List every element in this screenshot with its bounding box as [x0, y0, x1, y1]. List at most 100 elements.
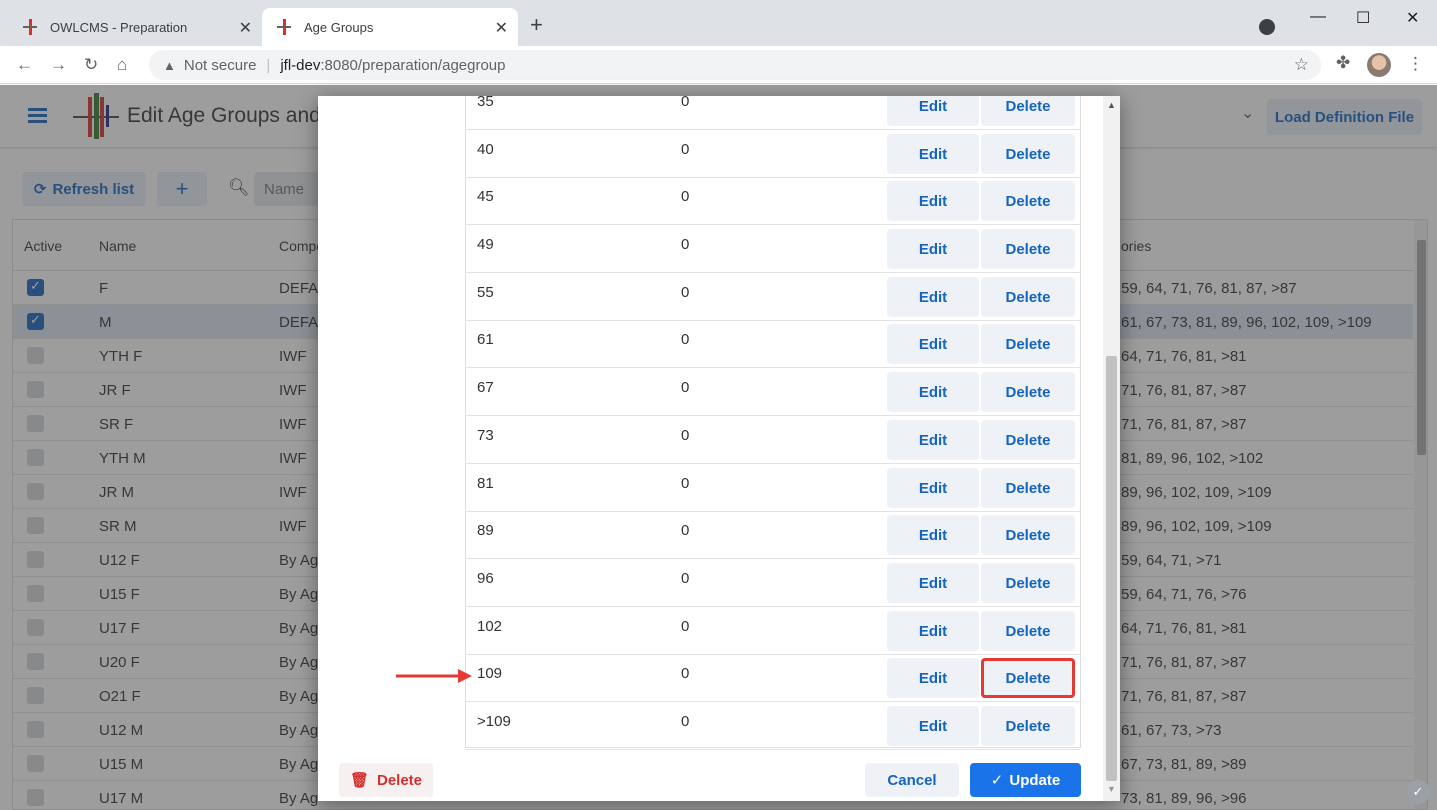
edit-category-button[interactable]: Edit — [887, 181, 979, 221]
category-row: 81 0 Edit Delete — [466, 464, 1080, 512]
url-host: jfl-dev — [280, 56, 321, 74]
delete-category-button[interactable]: Delete — [981, 134, 1075, 174]
edit-category-button[interactable]: Edit — [887, 96, 979, 126]
reload-icon[interactable]: ↻ — [84, 55, 98, 75]
category-count: 0 — [681, 570, 690, 587]
forward-icon[interactable]: → — [50, 55, 67, 75]
category-count: 0 — [681, 141, 690, 158]
delete-category-button[interactable]: Delete — [981, 324, 1075, 364]
tab-owlcms-preparation[interactable]: OWLCMS - Preparation ✕ — [8, 8, 262, 46]
trash-icon: 🗑︎ — [349, 772, 369, 789]
category-row: 61 0 Edit Delete — [466, 320, 1080, 368]
category-limit: 67 — [477, 379, 494, 396]
home-icon[interactable]: ⌂ — [117, 55, 127, 75]
tab-close-icon[interactable]: ✕ — [495, 18, 508, 38]
delete-category-button[interactable]: Delete — [981, 563, 1075, 603]
edit-category-button[interactable]: Edit — [887, 658, 979, 698]
delete-category-button[interactable]: Delete — [981, 277, 1075, 317]
category-row: 89 0 Edit Delete — [466, 511, 1080, 559]
category-count: 0 — [681, 379, 690, 396]
delete-category-button[interactable]: Delete — [981, 181, 1075, 221]
tab-age-groups[interactable]: Age Groups ✕ — [262, 8, 518, 46]
age-group-dialog: 35 0 Edit Delete 40 0 Edit Delete 45 0 Edit Delete 4… — [318, 96, 1120, 801]
tab-search-icon[interactable] — [1259, 19, 1275, 35]
edit-category-button[interactable]: Edit — [887, 277, 979, 317]
category-count: 0 — [681, 188, 690, 205]
edit-category-button[interactable]: Edit — [887, 611, 979, 651]
delete-category-button[interactable]: Delete — [981, 468, 1075, 508]
category-row: 96 0 Edit Delete — [466, 559, 1080, 607]
category-row: 109 0 Edit Delete — [466, 654, 1080, 702]
edit-category-button[interactable]: Edit — [887, 229, 979, 269]
category-count: 0 — [681, 665, 690, 682]
edit-category-button[interactable]: Edit — [887, 372, 979, 412]
scroll-up-icon[interactable]: ▲ — [1107, 100, 1116, 110]
back-icon[interactable]: ← — [16, 55, 33, 75]
category-limit: 89 — [477, 522, 494, 539]
arrow-annotation-icon — [396, 669, 472, 683]
category-limit: 55 — [477, 284, 494, 301]
cancel-button[interactable]: Cancel — [865, 763, 959, 797]
category-limit: 35 — [477, 96, 494, 110]
divider: | — [266, 56, 271, 74]
category-row: 102 0 Edit Delete — [466, 607, 1080, 655]
category-limit: 49 — [477, 236, 494, 253]
tab-close-icon[interactable]: ✕ — [239, 18, 252, 38]
notification-check-icon[interactable]: ✓ — [1406, 780, 1430, 804]
delete-category-button[interactable]: Delete — [981, 96, 1075, 126]
profile-avatar[interactable] — [1367, 53, 1391, 77]
delete-category-button[interactable]: Delete — [981, 658, 1075, 698]
category-count: 0 — [681, 331, 690, 348]
category-row: 45 0 Edit Delete — [466, 177, 1080, 225]
scroll-down-icon[interactable]: ▼ — [1107, 784, 1116, 794]
delete-category-button[interactable]: Delete — [981, 515, 1075, 555]
edit-category-button[interactable]: Edit — [887, 563, 979, 603]
category-count: 0 — [681, 522, 690, 539]
category-count: 0 — [681, 713, 690, 730]
edit-category-button[interactable]: Edit — [887, 706, 979, 746]
category-limit: 81 — [477, 475, 494, 492]
category-row: 55 0 Edit Delete — [466, 273, 1080, 321]
security-status: Not secure — [183, 56, 257, 74]
tab-strip: OWLCMS - Preparation ✕ Age Groups ✕ + — … — [0, 0, 1437, 46]
category-count: 0 — [681, 427, 690, 444]
category-row: >109 0 Edit Delete — [466, 702, 1080, 750]
dialog-scrollbar[interactable]: ▲ ▼ — [1103, 96, 1120, 801]
extensions-icon[interactable]: ✤ — [1336, 53, 1350, 73]
category-limit: 45 — [477, 188, 494, 205]
warning-icon: ▲ — [163, 57, 176, 73]
edit-category-button[interactable]: Edit — [887, 324, 979, 364]
url-path: :8080/preparation/agegroup — [320, 56, 506, 74]
minimize-icon[interactable]: — — [1310, 8, 1326, 26]
delete-category-button[interactable]: Delete — [981, 611, 1075, 651]
edit-category-button[interactable]: Edit — [887, 468, 979, 508]
edit-category-button[interactable]: Edit — [887, 420, 979, 460]
category-count: 0 — [681, 236, 690, 253]
edit-category-button[interactable]: Edit — [887, 134, 979, 174]
category-row: 67 0 Edit Delete — [466, 368, 1080, 416]
new-tab-button[interactable]: + — [530, 14, 543, 36]
delete-category-button[interactable]: Delete — [981, 420, 1075, 460]
delete-category-button[interactable]: Delete — [981, 706, 1075, 746]
category-limit: 40 — [477, 141, 494, 158]
window-close-icon[interactable]: ✕ — [1406, 8, 1419, 28]
tab-label: Age Groups — [304, 19, 374, 35]
category-count: 0 — [681, 475, 690, 492]
delete-category-button[interactable]: Delete — [981, 372, 1075, 412]
update-label: Update — [1009, 771, 1061, 789]
edit-category-button[interactable]: Edit — [887, 515, 979, 555]
category-limit: 73 — [477, 427, 494, 444]
category-row: 35 0 Edit Delete — [466, 96, 1080, 130]
category-limit: 61 — [477, 331, 494, 348]
menu-dots-icon[interactable]: ⋮ — [1407, 54, 1424, 74]
bookmark-star-icon[interactable]: ☆ — [1294, 55, 1309, 75]
category-row: 49 0 Edit Delete — [466, 225, 1080, 273]
delete-age-group-button[interactable]: 🗑︎ Delete — [339, 763, 433, 797]
address-bar[interactable]: ▲ Not secure | jfl-dev :8080/preparation… — [149, 50, 1321, 80]
maximize-icon[interactable]: ☐ — [1356, 8, 1370, 28]
categories-table: 35 0 Edit Delete 40 0 Edit Delete 45 0 Edit Delete 4… — [465, 96, 1081, 750]
update-button[interactable]: ✓ Update — [970, 763, 1081, 797]
delete-category-button[interactable]: Delete — [981, 229, 1075, 269]
check-icon: ✓ — [990, 772, 1004, 789]
scroll-thumb[interactable] — [1106, 356, 1117, 781]
